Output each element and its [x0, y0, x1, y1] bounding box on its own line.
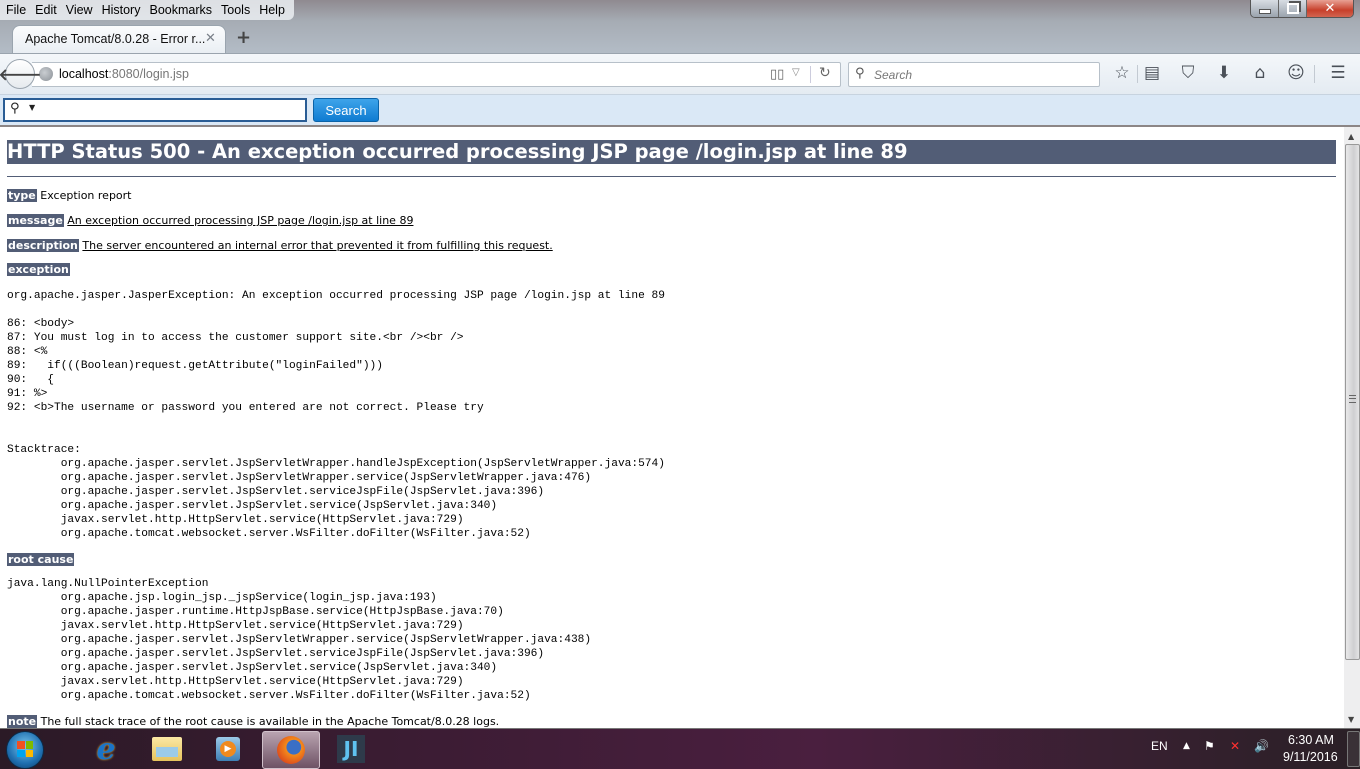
menu-edit[interactable]: Edit	[31, 0, 62, 20]
scroll-down-arrow-icon[interactable]: ▼	[1348, 715, 1354, 724]
action-center-flag-icon[interactable]: ⚑	[1204, 739, 1215, 753]
tab-title: Apache Tomcat/8.0.28 - Error r...	[25, 32, 206, 46]
menu-file[interactable]: File	[2, 0, 31, 20]
vertical-scrollbar[interactable]: ▲ ▼	[1344, 127, 1360, 728]
pocket-icon[interactable]: ⛉	[1177, 63, 1199, 83]
clock-date[interactable]: 9/11/2016	[1283, 750, 1338, 764]
scrollbar-thumb[interactable]	[1345, 144, 1360, 660]
root-cause-label: root cause	[7, 553, 75, 566]
scroll-up-arrow-icon[interactable]: ▲	[1348, 132, 1354, 141]
clock-time[interactable]: 6:30 AM	[1288, 733, 1334, 747]
network-disconnected-icon[interactable]: ✕	[1230, 739, 1240, 753]
back-button[interactable]: 🡐	[0, 59, 41, 89]
new-tab-button[interactable]: +	[236, 27, 251, 48]
show-hidden-icons-icon[interactable]: ▲	[1183, 741, 1190, 751]
internet-explorer-icon: e	[96, 731, 116, 767]
message-value: An exception occurred processing JSP pag…	[67, 214, 414, 227]
bing-search-input[interactable]: ⚲ ▼	[3, 98, 307, 122]
taskbar-intellij[interactable]: JI	[323, 731, 379, 767]
windows-logo-icon	[17, 741, 33, 757]
tab-active[interactable]: Apache Tomcat/8.0.28 - Error r... ✕	[12, 25, 226, 54]
message-label: message	[7, 214, 64, 227]
restore-icon	[1286, 3, 1299, 14]
menu-tools[interactable]: Tools	[217, 0, 255, 20]
dropdown-caret-icon[interactable]: ▼	[29, 103, 35, 112]
minimize-icon	[1258, 9, 1271, 14]
note-row: note The full stack trace of the root ca…	[7, 715, 499, 728]
menu-bookmarks[interactable]: Bookmarks	[145, 0, 217, 20]
url-bar[interactable]: localhost:8080/login.jsp ▯▯ ▽ ↻	[32, 62, 841, 87]
taskbar: e ▶ JI EN ▲ ⚑ ✕ 🔊 6:30 AM 9/11/2016	[0, 728, 1360, 769]
language-indicator[interactable]: EN	[1151, 739, 1168, 753]
grip-icon	[1349, 395, 1356, 403]
taskbar-internet-explorer[interactable]: e	[78, 731, 134, 767]
note-label: note	[7, 715, 38, 728]
minimize-button[interactable]	[1251, 0, 1279, 17]
download-icon[interactable]: ⬇	[1213, 63, 1235, 83]
close-window-button[interactable]: ✕	[1307, 0, 1353, 17]
tab-close-icon[interactable]: ✕	[205, 31, 216, 46]
restore-button[interactable]	[1279, 0, 1307, 17]
toolbar-separator	[1137, 65, 1138, 83]
menu-history[interactable]: History	[98, 0, 146, 20]
taskbar-windows-explorer[interactable]	[139, 731, 195, 767]
taskbar-media-player[interactable]: ▶	[200, 731, 256, 767]
reload-icon[interactable]: ↻	[819, 65, 831, 81]
note-value: The full stack trace of the root cause i…	[40, 715, 500, 728]
media-player-icon: ▶	[216, 737, 240, 761]
firefox-icon	[277, 736, 305, 764]
description-row: description The server encountered an in…	[7, 239, 553, 252]
chat-icon[interactable]: ☺	[1285, 63, 1307, 83]
window-controls: ✕	[1250, 0, 1354, 18]
show-desktop-button[interactable]	[1347, 731, 1360, 767]
menu-help[interactable]: Help	[255, 0, 290, 20]
back-arrow-icon: 🡐	[0, 65, 42, 84]
type-value: Exception report	[40, 189, 132, 202]
page-title: HTTP Status 500 - An exception occurred …	[7, 140, 1336, 164]
volume-icon[interactable]: 🔊	[1254, 739, 1269, 753]
reading-list-icon[interactable]: ▤	[1141, 63, 1163, 83]
search-input[interactable]: ⚲ Search	[848, 62, 1100, 87]
start-button[interactable]	[6, 731, 44, 769]
description-value: The server encountered an internal error…	[82, 239, 553, 252]
hamburger-menu-icon[interactable]: ☰	[1327, 63, 1349, 83]
window-titlebar: File Edit View History Bookmarks Tools H…	[0, 0, 1360, 54]
menu-bar: File Edit View History Bookmarks Tools H…	[0, 0, 294, 20]
system-tray: EN ▲ ⚑ ✕ 🔊 6:30 AM 9/11/2016	[1140, 729, 1360, 769]
bing-toolbar: ⚲ ▼ Search	[0, 94, 1360, 128]
bookmark-star-icon[interactable]: ☆	[1111, 63, 1133, 83]
root-cause-row: root cause	[7, 553, 75, 566]
bing-search-button[interactable]: Search	[313, 98, 379, 122]
search-placeholder: Search	[874, 68, 913, 82]
navigation-toolbar: localhost:8080/login.jsp ▯▯ ▽ ↻ 🡐 ⚲ Sear…	[0, 53, 1360, 94]
exception-row: exception	[7, 263, 70, 276]
toolbar-separator	[1314, 65, 1315, 83]
divider	[7, 176, 1336, 177]
page-content: HTTP Status 500 - An exception occurred …	[0, 127, 1344, 728]
intellij-icon: JI	[337, 735, 365, 763]
menu-view[interactable]: View	[62, 0, 98, 20]
taskbar-firefox[interactable]	[262, 731, 320, 769]
root-cause-stacktrace: java.lang.NullPointerException org.apach…	[7, 578, 592, 702]
search-icon: ⚲	[855, 66, 865, 81]
type-label: type	[7, 189, 37, 202]
magnifier-icon: ⚲	[10, 101, 20, 116]
exception-label: exception	[7, 263, 70, 276]
reader-view-icon[interactable]: ▯▯	[770, 67, 784, 82]
home-icon[interactable]: ⌂	[1249, 63, 1271, 83]
close-icon: ✕	[1324, 1, 1336, 16]
exception-stacktrace: org.apache.jasper.JasperException: An ex…	[7, 290, 665, 540]
url-text[interactable]: localhost:8080/login.jsp	[59, 67, 189, 81]
url-separator	[810, 66, 811, 83]
folder-icon	[152, 737, 182, 761]
description-label: description	[7, 239, 79, 252]
type-row: type Exception report	[7, 189, 132, 202]
history-dropdown-icon[interactable]: ▽	[792, 67, 800, 78]
message-row: message An exception occurred processing…	[7, 214, 413, 227]
